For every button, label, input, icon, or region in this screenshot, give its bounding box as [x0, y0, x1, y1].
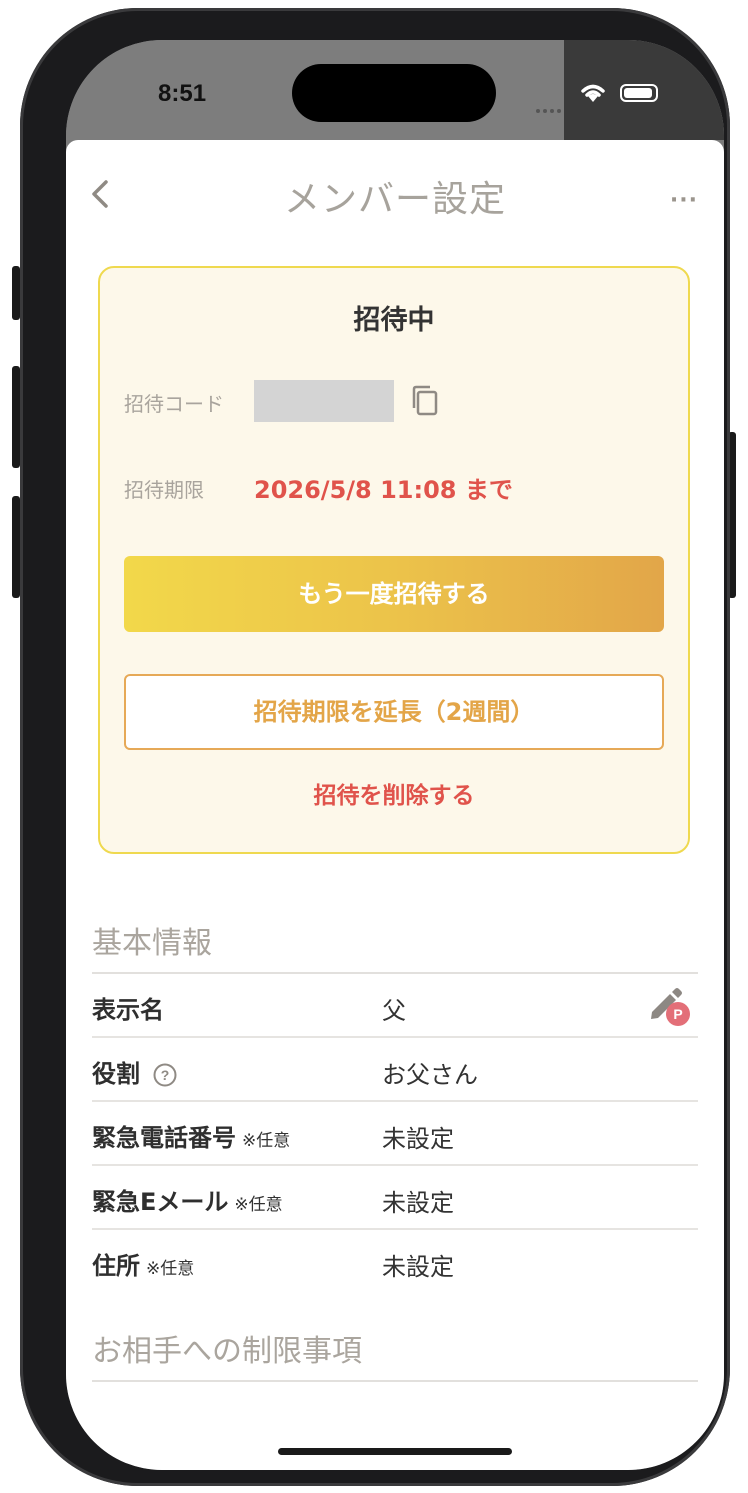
row-emergency-phone[interactable]: 緊急電話番号 ※任意 未設定 [92, 1102, 698, 1166]
optional-note: ※任意 [234, 1195, 283, 1215]
signal-icon [536, 98, 570, 113]
mute-switch [12, 266, 20, 320]
row-label: 役割? [92, 1054, 178, 1089]
row-value: 未設定 [382, 1125, 454, 1153]
reinvite-button[interactable]: もう一度招待する [124, 556, 664, 632]
row-label-text: 住所 [92, 1252, 140, 1280]
status-bar: 8:51 [66, 40, 724, 140]
phone-frame: 8:51 メンバー設定 ··· 招待中 招待コード 招待期限 2026/5/8 … [20, 8, 730, 1486]
row-display-name[interactable]: 表示名 父 P [92, 974, 698, 1038]
invite-code-redacted [254, 380, 394, 422]
optional-note: ※任意 [146, 1259, 195, 1279]
extend-expiry-button[interactable]: 招待期限を延長（2週間） [124, 674, 664, 750]
more-icon[interactable]: ··· [670, 188, 698, 213]
row-value: 父 [382, 997, 406, 1025]
copy-icon[interactable] [410, 384, 440, 418]
row-label: 表示名 [92, 996, 164, 1024]
row-label: 住所 ※任意 [92, 1246, 194, 1281]
row-emergency-email[interactable]: 緊急Eメール ※任意 未設定 [92, 1166, 698, 1230]
edit-pencil-icon[interactable]: P [646, 984, 692, 1028]
help-icon[interactable]: ? [152, 1062, 178, 1088]
optional-note: ※任意 [242, 1131, 291, 1151]
invite-expiry-value: 2026/5/8 11:08 まで [254, 476, 513, 504]
invite-status-card: 招待中 招待コード 招待期限 2026/5/8 11:08 まで もう一度招待す… [98, 266, 690, 854]
status-time: 8:51 [158, 80, 207, 107]
volume-up-button [12, 366, 20, 468]
row-value: 未設定 [382, 1253, 454, 1281]
invite-code-label: 招待コード [124, 392, 224, 416]
nav-bar: メンバー設定 ··· [66, 140, 724, 250]
restrictions-divider [92, 1380, 698, 1382]
dynamic-island [292, 64, 496, 122]
row-label-text: 緊急Eメール [92, 1188, 229, 1216]
wifi-icon [581, 84, 605, 102]
row-value: お父さん [382, 1061, 478, 1089]
invite-card-title: 招待中 [353, 305, 435, 336]
page-title: メンバー設定 [283, 179, 506, 220]
basic-info-title: 基本情報 [92, 926, 212, 961]
row-label: 緊急Eメール ※任意 [92, 1182, 283, 1217]
restrictions-title: お相手への制限事項 [92, 1334, 362, 1369]
member-settings-sheet: メンバー設定 ··· 招待中 招待コード 招待期限 2026/5/8 11:08… [66, 140, 724, 1470]
invite-expiry-label: 招待期限 [124, 478, 204, 502]
delete-invite-link[interactable]: 招待を削除する [100, 776, 688, 810]
row-address[interactable]: 住所 ※任意 未設定 [92, 1230, 698, 1294]
svg-text:P: P [673, 1006, 682, 1022]
volume-down-button [12, 496, 20, 598]
phone-screen: 8:51 メンバー設定 ··· 招待中 招待コード 招待期限 2026/5/8 … [66, 40, 724, 1470]
row-label: 緊急電話番号 ※任意 [92, 1118, 290, 1153]
row-label-text: 緊急電話番号 [92, 1124, 236, 1152]
row-label-text: 役割 [92, 1060, 140, 1088]
row-value: 未設定 [382, 1189, 454, 1217]
row-role[interactable]: 役割? お父さん [92, 1038, 698, 1102]
battery-icon [620, 84, 658, 102]
svg-text:?: ? [161, 1067, 170, 1083]
home-indicator [278, 1448, 512, 1455]
